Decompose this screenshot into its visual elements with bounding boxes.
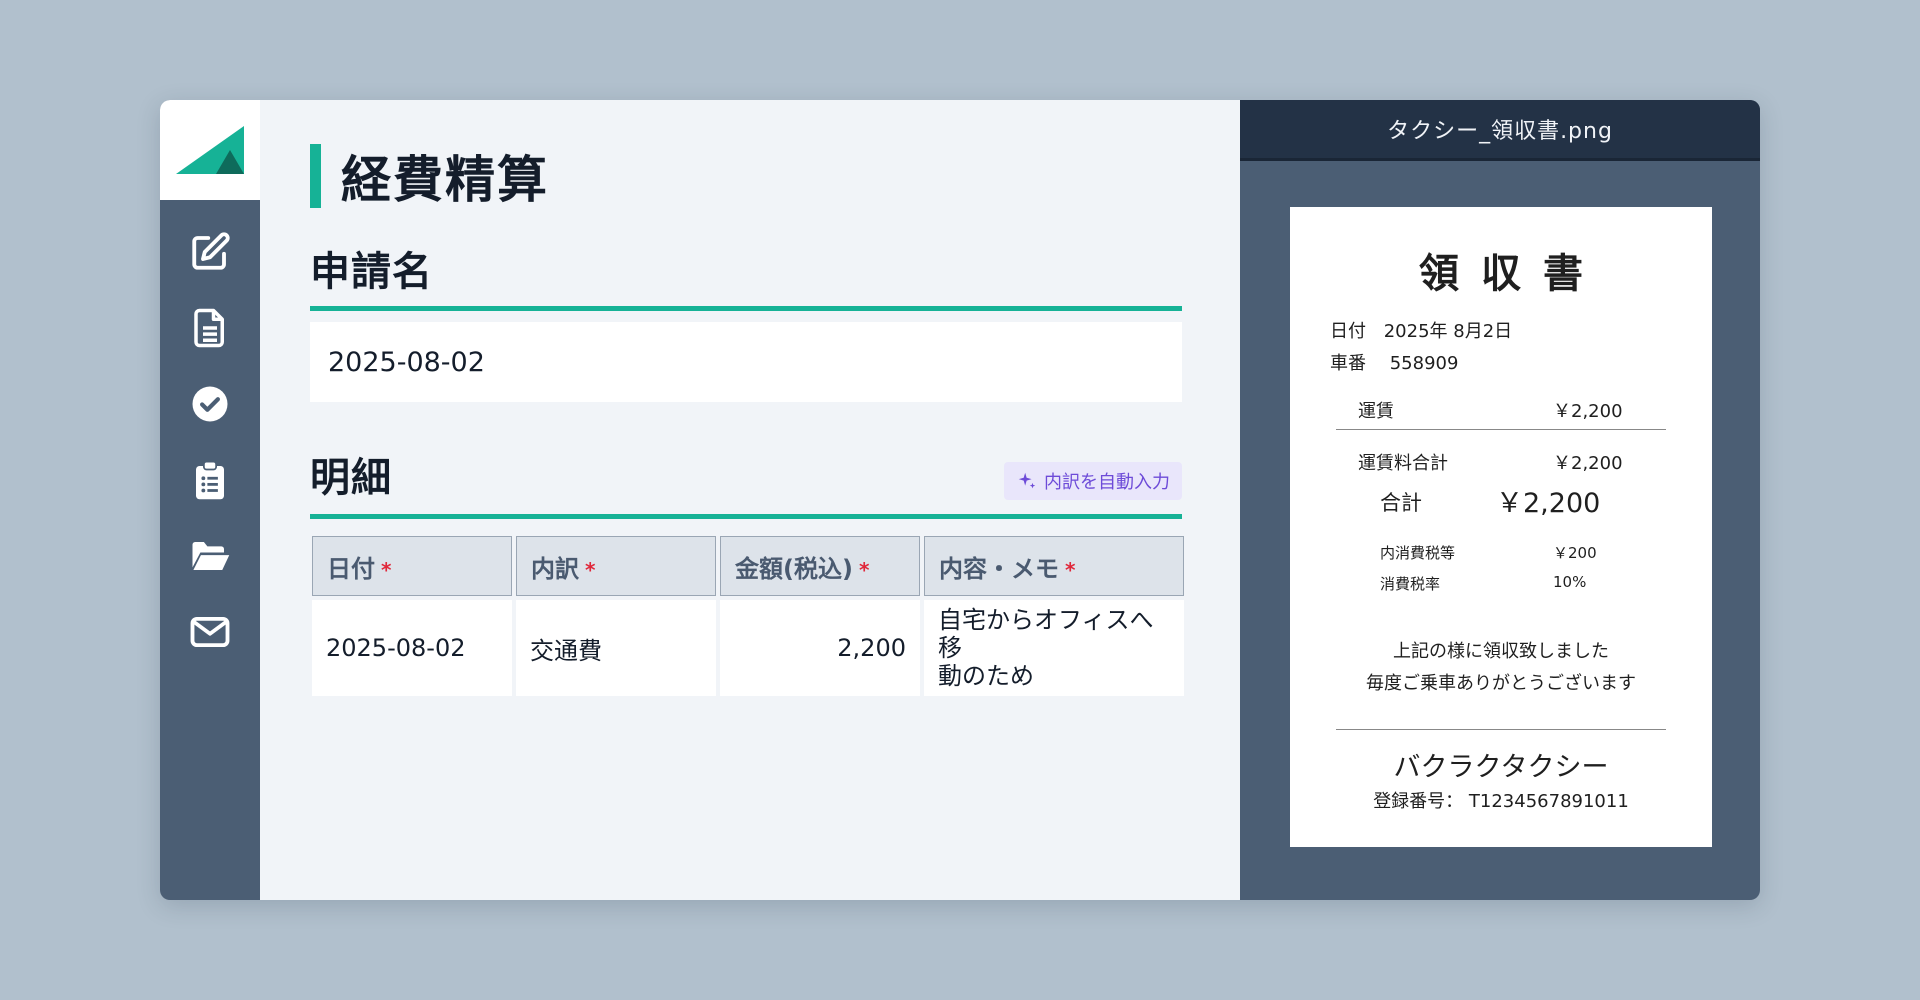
memo-line: 動のため: [938, 662, 1034, 690]
check-circle-icon: [192, 386, 228, 422]
logo-icon: [176, 126, 244, 174]
cell-memo[interactable]: 自宅からオフィスへ移 動のため: [924, 600, 1184, 696]
receipt-car-row: 車番 558909: [1330, 349, 1458, 375]
receipt-date-label: 日付: [1330, 321, 1366, 342]
details-table: 日付 * 内訳 * 金額(税込) * 内容・メモ * 2025-08-02 交通費 2,…: [308, 532, 1188, 700]
cell-amount[interactable]: 2,200: [720, 600, 920, 696]
receipt-fare-label: 運賃: [1358, 401, 1394, 422]
receipt-fare-total-label: 運賃料合計: [1358, 453, 1448, 474]
receipt-fare-value: ￥2,200: [1553, 401, 1623, 422]
column-header-amount: 金額(税込) *: [720, 536, 920, 596]
receipt-preview-panel: タクシー_領収書.png 領収書 日付 2025年 8月2日 車番 558909…: [1240, 100, 1760, 900]
receipt-total-label: 合計: [1380, 491, 1422, 515]
receipt-tax-label: 内消費税等: [1380, 544, 1456, 562]
receipt-tax-rate-value: 10%: [1553, 573, 1587, 591]
receipt-message-line1: 上記の様に領収致しました: [1393, 641, 1609, 662]
memo-line: 自宅からオフィスへ移: [938, 606, 1154, 662]
logo[interactable]: [160, 100, 260, 200]
application-name-value: 2025-08-02: [328, 346, 485, 378]
required-mark: *: [858, 557, 870, 582]
application-name-section: 申請名: [310, 242, 1182, 311]
receipt-company: バクラクタクシー: [1393, 752, 1609, 783]
auto-fill-button[interactable]: 内訳を自動入力: [1004, 462, 1182, 500]
clipboard-list-icon: [196, 460, 224, 500]
required-mark: *: [381, 557, 392, 582]
nav-approvals[interactable]: [180, 374, 240, 434]
receipt-image: 領収書 日付 2025年 8月2日 車番 558909 運賃 ￥2,200 運賃…: [1290, 207, 1712, 847]
sidebar: [160, 100, 260, 900]
cell-category[interactable]: 交通費: [516, 600, 716, 696]
nav-folders[interactable]: [180, 526, 240, 586]
receipt-message-line2: 毎度ご乗車ありがとうございます: [1366, 673, 1636, 694]
receipt-divider: [1336, 729, 1666, 730]
receipt-fare-total-value: ￥2,200: [1553, 453, 1623, 474]
main-panel: 経費精算 申請名 2025-08-02 明細 内訳を自動入力 日付* 内訳*: [260, 100, 1240, 900]
edit-icon: [192, 232, 230, 270]
document-icon: [194, 308, 224, 348]
receipt-total-value: ￥2,200: [1496, 488, 1601, 519]
receipt-date-value: 2025年 8月2日: [1383, 321, 1513, 342]
application-name-heading: 申請名: [310, 249, 433, 295]
nav-edit[interactable]: [180, 222, 240, 282]
required-mark: *: [1065, 557, 1076, 582]
column-header-category: 内訳 *: [516, 536, 716, 596]
application-name-field[interactable]: 2025-08-02: [310, 322, 1182, 402]
sidebar-nav: [180, 200, 240, 678]
table-header-row: 日付 * 内訳 * 金額(税込) * 内容・メモ *: [312, 536, 1184, 596]
receipt-car-label: 車番: [1330, 353, 1366, 374]
column-header-date: 日付 *: [312, 536, 512, 596]
nav-mail[interactable]: [180, 602, 240, 662]
receipt-tax-value: ￥200: [1553, 544, 1597, 562]
receipt-car-value: 558909: [1389, 353, 1459, 374]
receipt-title: 領収書: [1419, 251, 1605, 297]
sparkle-icon: [1018, 472, 1036, 489]
page-title: 経費精算: [341, 151, 549, 209]
table-row: 2025-08-02 交通費 2,200 自宅からオフィスへ移 動のため: [312, 600, 1184, 696]
folder-open-icon: [192, 542, 230, 570]
receipt-divider: [1336, 429, 1666, 430]
column-header-memo: 内容・メモ *: [924, 536, 1184, 596]
auto-fill-label: 内訳を自動入力: [1044, 472, 1170, 493]
app-window: 経費精算 申請名 2025-08-02 明細 内訳を自動入力 日付* 内訳*: [160, 100, 1760, 900]
preview-header: タクシー_領収書.png: [1240, 100, 1760, 161]
nav-documents[interactable]: [180, 298, 240, 358]
details-section: 明細 内訳を自動入力: [310, 450, 1182, 519]
preview-filename: タクシー_領収書.png: [1387, 119, 1613, 144]
page-header: 経費精算: [310, 140, 549, 212]
title-accent-bar: [310, 144, 321, 208]
receipt-date-row: 日付 2025年 8月2日: [1330, 317, 1512, 343]
receipt-registration: 登録番号： T1234567891011: [1373, 791, 1629, 812]
required-mark: *: [585, 557, 596, 582]
nav-tasks[interactable]: [180, 450, 240, 510]
cell-date[interactable]: 2025-08-02: [312, 600, 512, 696]
mail-icon: [190, 616, 230, 648]
receipt-tax-rate-label: 消費税率: [1380, 575, 1441, 593]
